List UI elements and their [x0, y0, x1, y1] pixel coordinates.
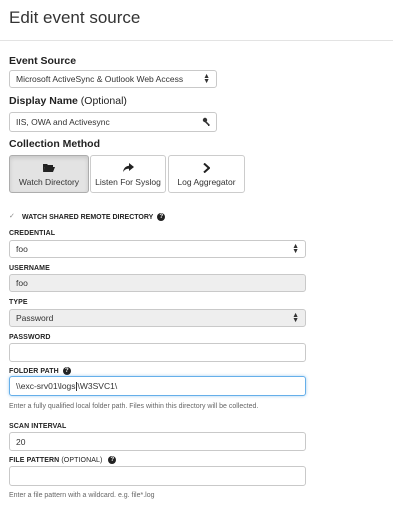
credential-value: foo: [16, 244, 28, 254]
username-label: USERNAME: [9, 265, 50, 272]
display-name-input[interactable]: IIS, OWA and Activesync: [9, 112, 217, 132]
select-caret-icon: ▲ ▼: [292, 312, 299, 324]
username-value: foo: [16, 278, 28, 288]
watch-shared-checkbox[interactable]: ✓: [9, 213, 17, 221]
folder-path-value-start: \\exc-srv01\logs: [16, 381, 76, 391]
password-label: PASSWORD: [9, 334, 51, 341]
file-pattern-help: Enter a file pattern with a wildcard. e.…: [9, 492, 155, 499]
header: Edit event source: [0, 0, 393, 41]
watch-shared-label: WATCH SHARED REMOTE DIRECTORY?: [22, 213, 166, 221]
scan-interval-input[interactable]: 20: [9, 432, 306, 451]
log-aggregator-label: Log Aggregator: [177, 176, 236, 187]
log-aggregator-button[interactable]: Log Aggregator: [168, 155, 245, 193]
file-pattern-input[interactable]: [9, 466, 306, 486]
password-field[interactable]: [9, 343, 306, 362]
select-caret-icon: ▲ ▼: [292, 243, 299, 255]
folder-path-label-text: FOLDER PATH: [9, 367, 59, 375]
folder-path-help: Enter a fully qualified local folder pat…: [9, 403, 259, 410]
help-icon[interactable]: ?: [157, 213, 166, 221]
watch-directory-button[interactable]: Watch Directory: [9, 155, 89, 193]
event-source-value: Microsoft ActiveSync & Outlook Web Acces…: [16, 74, 184, 84]
display-name-optional: (Optional): [80, 95, 127, 107]
folder-path-input[interactable]: \\exc-srv01\logs \W3SVC1\: [9, 376, 306, 396]
chevron-right-icon: [203, 162, 210, 174]
type-label: TYPE: [9, 299, 28, 306]
file-pattern-label-text: FILE PATTERN: [9, 456, 60, 464]
display-name-label-text: Display Name: [9, 95, 78, 107]
scan-interval-label: SCAN INTERVAL: [9, 423, 67, 430]
file-pattern-optional: (OPTIONAL): [61, 456, 103, 464]
share-arrow-icon: [122, 162, 134, 174]
event-source-select[interactable]: Microsoft ActiveSync & Outlook Web Acces…: [9, 70, 217, 88]
collection-method-label: Collection Method: [9, 138, 100, 150]
watch-shared-label-text: WATCH SHARED REMOTE DIRECTORY: [22, 213, 154, 221]
file-pattern-label: FILE PATTERN (OPTIONAL)?: [9, 456, 117, 464]
credential-select[interactable]: foo ▲ ▼: [9, 240, 306, 258]
help-icon[interactable]: ?: [108, 456, 117, 464]
folder-open-icon: [43, 162, 55, 174]
display-name-label: Display Name (Optional): [9, 95, 127, 107]
type-select[interactable]: Password ▲ ▼: [9, 309, 306, 327]
scan-interval-value: 20: [16, 436, 26, 447]
credential-label: CREDENTIAL: [9, 230, 56, 237]
password-manager-key-icon[interactable]: [202, 117, 212, 127]
type-value: Password: [16, 313, 54, 323]
page-title: Edit event source: [9, 8, 141, 27]
folder-path-label: FOLDER PATH?: [9, 367, 71, 375]
folder-path-value-end: \W3SVC1\: [77, 381, 118, 391]
listen-for-syslog-button[interactable]: Listen For Syslog: [90, 155, 166, 193]
help-icon[interactable]: ?: [62, 367, 71, 375]
username-field: foo: [9, 274, 306, 292]
display-name-value: IIS, OWA and Activesync: [16, 117, 110, 127]
listen-for-syslog-label: Listen For Syslog: [95, 176, 161, 187]
event-source-label: Event Source: [9, 55, 77, 67]
watch-directory-label: Watch Directory: [18, 176, 80, 187]
select-caret-icon: ▲ ▼: [203, 73, 210, 85]
